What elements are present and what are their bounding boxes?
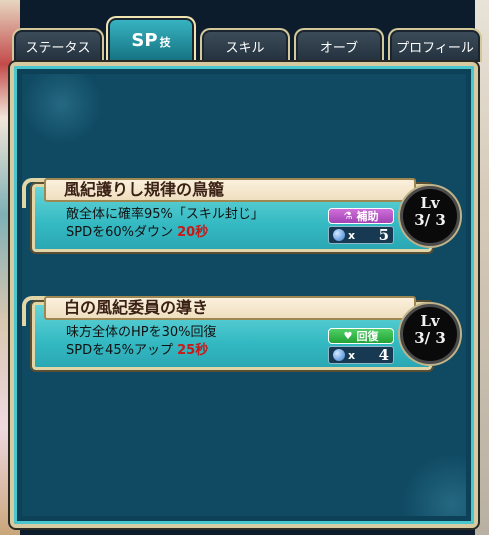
skill-cost: x 4: [328, 346, 394, 364]
sp-gem-icon: [333, 349, 345, 361]
skill-cost: x 5: [328, 226, 394, 244]
tab-sp-skill[interactable]: SP 技: [106, 16, 196, 62]
tab-skill[interactable]: スキル: [200, 28, 290, 62]
skill-desc-line2: SPDを60%ダウン 20秒: [66, 225, 209, 240]
skill-name: 白の風紀委員の導き: [44, 296, 416, 320]
tab-label: SP 技: [131, 29, 171, 51]
skill-level-badge: Lv 3/ 3: [400, 304, 460, 364]
tab-label: オーブ: [319, 40, 359, 56]
skill-type-tag: ⚗ 補助: [328, 208, 394, 224]
tab-label: ステータス: [25, 40, 91, 56]
skill-type-tag: ♥ 回復: [328, 328, 394, 344]
skill-duration: 20秒: [177, 225, 209, 240]
tab-label: スキル: [225, 40, 265, 56]
heart-icon: ♥: [343, 330, 353, 342]
flask-icon: ⚗: [343, 210, 353, 222]
skill-duration: 25秒: [177, 343, 209, 358]
tab-label: プロフィール: [396, 40, 474, 56]
sp-gem-icon: [333, 229, 345, 241]
skill-desc-line1: 味方全体のHPを30%回復: [66, 325, 217, 340]
skill-card[interactable]: 風紀護りし規律の鳥籠 敵全体に確率95%「スキル封じ」 SPDを60%ダウン 2…: [22, 178, 460, 256]
panel-background: [22, 74, 466, 516]
skill-desc-line2: SPDを45%アップ 25秒: [66, 343, 209, 358]
tab-orb[interactable]: オーブ: [294, 28, 384, 62]
sp-skill-panel: [10, 62, 478, 528]
tab-status[interactable]: ステータス: [12, 28, 104, 62]
skill-card[interactable]: 白の風紀委員の導き 味方全体のHPを30%回復 SPDを45%アップ 25秒 ♥…: [22, 296, 460, 374]
skill-name: 風紀護りし規律の鳥籠: [44, 178, 416, 202]
tab-bar: ステータス SP 技 スキル オーブ プロフィール: [12, 14, 482, 64]
tab-profile[interactable]: プロフィール: [388, 28, 482, 62]
skill-desc-line1: 敵全体に確率95%「スキル封じ」: [66, 207, 264, 222]
skill-level-badge: Lv 3/ 3: [400, 186, 460, 246]
